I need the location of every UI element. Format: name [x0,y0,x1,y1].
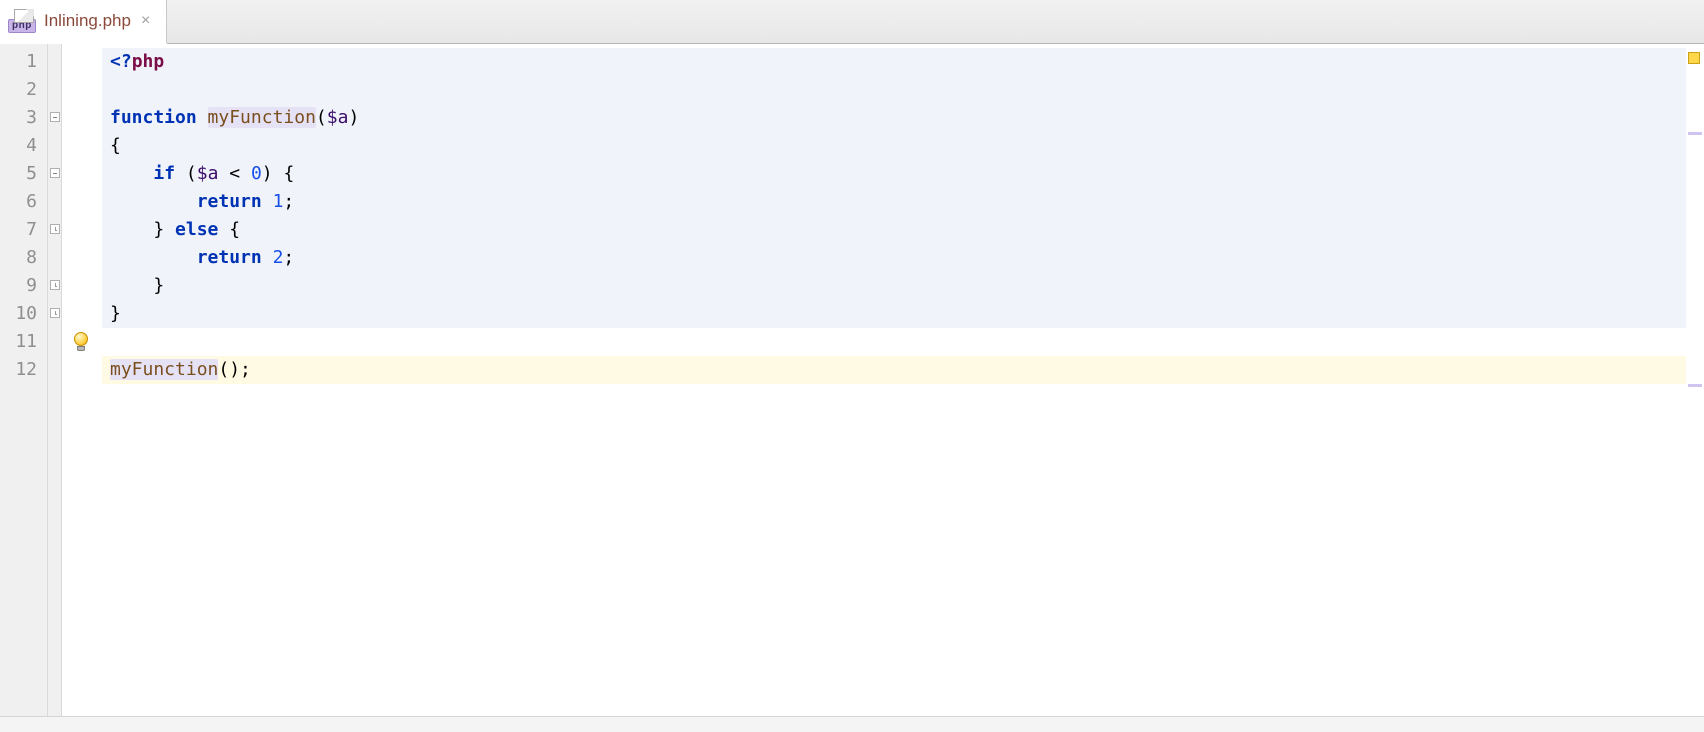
fold-column[interactable] [48,44,62,732]
line-number[interactable]: 7 [0,216,47,244]
error-stripe[interactable] [1686,44,1704,732]
usage-marker[interactable] [1688,384,1702,387]
file-tab[interactable]: php Inlining.php × [0,0,167,44]
fold-end-icon [50,308,60,318]
horizontal-scrollbar[interactable] [0,716,1704,732]
line-number[interactable]: 8 [0,244,47,272]
code-editor[interactable]: <?php function myFunction($a){ if ($a < … [102,44,1686,732]
line-number[interactable]: 11 [0,328,47,356]
fold-end-icon [50,280,60,290]
line-number[interactable]: 3 [0,104,47,132]
code-line[interactable]: { [102,132,1686,160]
code-line[interactable]: } [102,272,1686,300]
code-line[interactable] [102,328,1686,356]
file-tab-label: Inlining.php [44,11,131,31]
php-file-icon: php [8,9,36,33]
editor-area: 123456789101112 <?php function myFunctio… [0,44,1704,732]
code-line[interactable]: if ($a < 0) { [102,160,1686,188]
intention-bulb-icon[interactable] [72,332,90,354]
line-number[interactable]: 1 [0,48,47,76]
line-number[interactable]: 12 [0,356,47,384]
code-line[interactable]: function myFunction($a) [102,104,1686,132]
analysis-status-warning-icon[interactable] [1688,52,1700,64]
fold-end-icon [50,224,60,234]
editor-tabs-bar: php Inlining.php × [0,0,1704,44]
line-number[interactable]: 4 [0,132,47,160]
line-number[interactable]: 5 [0,160,47,188]
code-line[interactable]: return 2; [102,244,1686,272]
code-line[interactable]: } [102,300,1686,328]
close-tab-icon[interactable]: × [139,11,152,31]
left-margin [62,44,102,732]
code-line[interactable]: myFunction(); [102,356,1686,384]
code-line[interactable] [102,76,1686,104]
line-number[interactable]: 2 [0,76,47,104]
usage-marker[interactable] [1688,132,1702,135]
line-number[interactable]: 10 [0,300,47,328]
line-number[interactable]: 9 [0,272,47,300]
fold-toggle-icon[interactable] [50,112,60,122]
fold-toggle-icon[interactable] [50,168,60,178]
line-number[interactable]: 6 [0,188,47,216]
code-line[interactable]: return 1; [102,188,1686,216]
code-line[interactable]: } else { [102,216,1686,244]
line-number-gutter[interactable]: 123456789101112 [0,44,48,732]
code-line[interactable]: <?php [102,48,1686,76]
